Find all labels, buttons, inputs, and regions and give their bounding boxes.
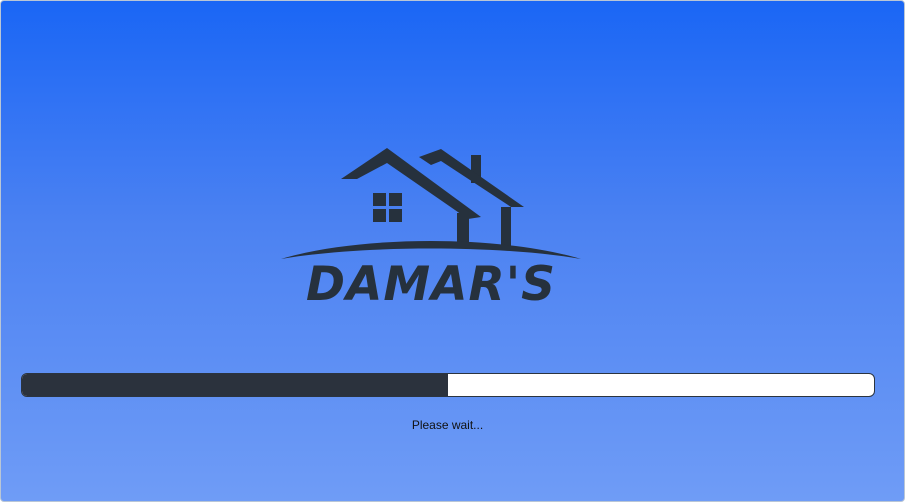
brand-name: DAMAR'S — [306, 257, 556, 312]
brand-logo: DAMAR'S — [271, 141, 591, 321]
progress-bar — [21, 373, 875, 397]
progress-bar-fill — [22, 374, 448, 396]
splash-window: DAMAR'S Please wait... — [0, 0, 905, 502]
house-icon — [281, 148, 581, 259]
status-text: Please wait... — [411, 418, 484, 432]
